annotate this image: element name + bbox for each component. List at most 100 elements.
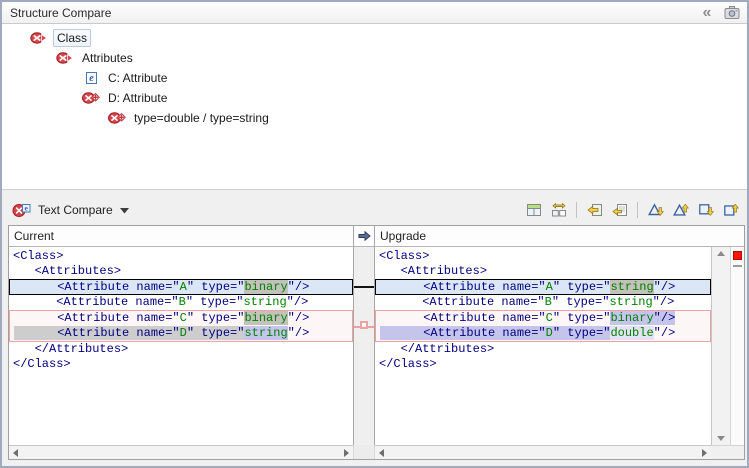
copy-all-right-to-left-icon[interactable] — [584, 200, 605, 221]
vertical-scrollbar[interactable] — [711, 247, 730, 445]
code-segment: </Class> — [13, 357, 71, 371]
code-segment: <Attribute name=" — [13, 295, 179, 309]
code-segment: "/> — [654, 311, 676, 325]
code-segment: " type=" — [187, 311, 245, 325]
code-segment: string — [244, 326, 287, 340]
code-segment: <Attribute name=" — [380, 326, 546, 340]
right-code-editor[interactable]: <Class> <Attributes> <Attribute name="A"… — [375, 247, 711, 445]
structure-compare-header: Structure Compare « — [2, 2, 747, 24]
camera-icon[interactable] — [723, 5, 741, 21]
code-segment: D — [546, 326, 553, 340]
code-line: <Attribute name="C" type="binary"/> — [376, 311, 710, 326]
code-segment: <Attribute name=" — [380, 311, 546, 325]
text-compare-icon: e — [12, 202, 31, 218]
code-line: </Attributes> — [9, 342, 353, 357]
code-segment: "/> — [288, 326, 310, 340]
chevron-down-icon[interactable] — [120, 208, 129, 214]
code-line: </Class> — [375, 357, 711, 372]
conflict-diff-handle — [360, 321, 368, 329]
diff-connector-gutter — [353, 247, 375, 445]
scrollbar-gap — [353, 445, 375, 459]
code-segment: D — [180, 326, 187, 340]
code-segment: <Attribute name=" — [14, 311, 180, 325]
code-line: <Attribute name="D" type="double"/> — [376, 326, 710, 341]
ruler-divider — [733, 265, 742, 267]
code-segment: " type=" — [553, 280, 611, 294]
right-horizontal-scrollbar[interactable] — [375, 445, 711, 459]
code-segment: string — [243, 295, 286, 309]
text-compare-header: e Text Compare — [2, 195, 747, 225]
tree-item-label: Attributes — [79, 50, 136, 66]
scroll-up-icon[interactable] — [717, 251, 725, 256]
copy-current-right-to-left-icon[interactable] — [609, 200, 630, 221]
code-line: <Class> — [375, 249, 711, 264]
scroll-down-icon[interactable] — [717, 436, 725, 441]
code-line: <Attributes> — [9, 264, 353, 279]
next-difference-icon[interactable] — [645, 200, 666, 221]
code-segment: "/> — [288, 311, 310, 325]
left-code-editor[interactable]: <Class> <Attributes> <Attribute name="A"… — [9, 247, 353, 445]
tree-item[interactable]: Class — [2, 28, 747, 48]
code-segment: <Attribute name=" — [14, 326, 180, 340]
code-segment: </Class> — [379, 357, 437, 371]
tree-item[interactable]: D: Attribute — [2, 88, 747, 108]
code-segment: <Attributes> — [13, 264, 121, 278]
collapse-all-icon[interactable]: « — [697, 5, 715, 21]
scroll-right-icon[interactable] — [702, 449, 707, 457]
code-line: </Class> — [9, 357, 353, 372]
structure-tree[interactable]: Class Attributes e C: Attribute D: Attribute… — [2, 24, 747, 190]
tree-item-label: C: Attribute — [105, 70, 170, 86]
conflict-icon — [30, 30, 49, 46]
code-segment: <Class> — [13, 249, 63, 263]
tree-item-label: type=double / type=string — [131, 110, 272, 126]
left-horizontal-scrollbar[interactable] — [9, 445, 353, 459]
selected-diff-region: <Attribute name="A" type="string"/> — [375, 279, 711, 296]
code-segment: binary — [610, 311, 653, 325]
swap-panes-icon[interactable] — [548, 200, 569, 221]
previous-difference-icon[interactable] — [670, 200, 691, 221]
code-line: <Attribute name="B" type="string"/> — [375, 295, 711, 310]
code-segment: A — [546, 280, 553, 294]
code-segment: B — [179, 295, 186, 309]
toolbar-separator — [637, 202, 638, 218]
code-segment: "/> — [653, 295, 675, 309]
conflict-diff-region: <Attribute name="C" type="binary"/> <Att… — [375, 310, 711, 342]
code-segment: <Attribute name=" — [380, 280, 546, 294]
code-line: <Attribute name="A" type="string"/> — [376, 280, 710, 295]
code-segment: C — [180, 311, 187, 325]
code-segment: " type=" — [187, 280, 245, 294]
code-segment: <Attribute name=" — [379, 295, 545, 309]
left-pane-title: Current — [9, 226, 353, 247]
scroll-right-icon[interactable] — [344, 449, 349, 457]
text-compare-title: Text Compare — [38, 203, 113, 217]
scroll-left-icon[interactable] — [379, 449, 384, 457]
conflict-add-icon — [108, 110, 127, 126]
next-change-icon[interactable] — [695, 200, 716, 221]
svg-text:e: e — [89, 73, 94, 84]
code-segment: "/> — [654, 280, 676, 294]
two-pane-view-icon[interactable] — [523, 200, 544, 221]
tree-item-label: Class — [53, 29, 91, 47]
code-segment: "/> — [654, 326, 676, 340]
tree-item-label: D: Attribute — [105, 90, 170, 106]
right-arrow-icon — [353, 226, 375, 247]
right-pane-title: Upgrade — [375, 226, 744, 247]
code-segment: A — [180, 280, 187, 294]
tree-item[interactable]: e C: Attribute — [2, 68, 747, 88]
selected-diff-region: <Attribute name="A" type="binary"/> — [9, 279, 353, 296]
code-line: <Attributes> — [375, 264, 711, 279]
element-e-icon: e — [82, 70, 101, 86]
previous-change-icon[interactable] — [720, 200, 741, 221]
scroll-left-icon[interactable] — [13, 449, 18, 457]
red-conflict-marker[interactable] — [733, 251, 742, 260]
tree-item[interactable]: Attributes — [2, 48, 747, 68]
code-segment: binary — [244, 311, 287, 325]
code-line: <Attribute name="C" type="binary"/> — [10, 311, 352, 326]
tree-item[interactable]: type=double / type=string — [2, 108, 747, 128]
code-segment: " type=" — [186, 295, 244, 309]
code-segment: double — [610, 326, 653, 340]
compare-toolbar — [523, 200, 741, 221]
conflict-icon — [56, 50, 75, 66]
code-segment: string — [609, 295, 652, 309]
code-segment: <Attributes> — [379, 264, 487, 278]
